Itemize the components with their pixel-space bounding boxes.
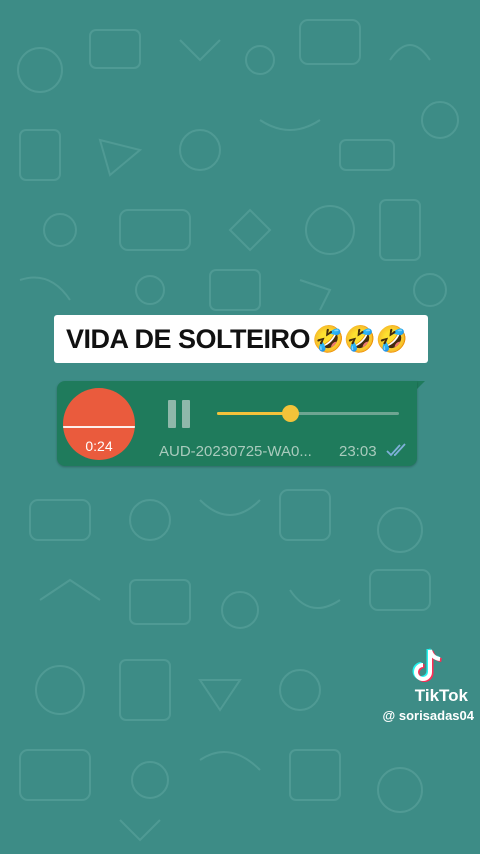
audio-seek-bar[interactable] [217, 405, 399, 422]
video-caption: VIDA DE SOLTEIRO 🤣🤣🤣 [54, 315, 428, 363]
tiktok-watermark: TikTok @ sorisadas04 [380, 646, 476, 726]
tiktok-logo-icon [412, 648, 442, 682]
tiktok-brand: TikTok [414, 686, 468, 705]
voice-note-avatar[interactable]: 0:24 [63, 388, 135, 460]
seek-progress [217, 412, 290, 415]
elapsed-time: 0:24 [85, 438, 113, 454]
avatar-divider [63, 426, 135, 428]
tiktok-username: @ sorisadas04 [382, 708, 474, 723]
double-check-read-icon [386, 443, 406, 457]
message-time: 23:03 [339, 443, 377, 460]
audio-filename: AUD-20230725-WA0... [159, 443, 312, 460]
pause-icon[interactable] [165, 400, 195, 430]
seek-handle[interactable] [281, 405, 299, 422]
laughing-emoji: 🤣🤣🤣 [312, 323, 408, 354]
caption-text: VIDA DE SOLTEIRO [66, 323, 311, 354]
voice-message-bubble[interactable]: 0:24 AUD-20230725-WA0... 23:03 [57, 381, 417, 466]
